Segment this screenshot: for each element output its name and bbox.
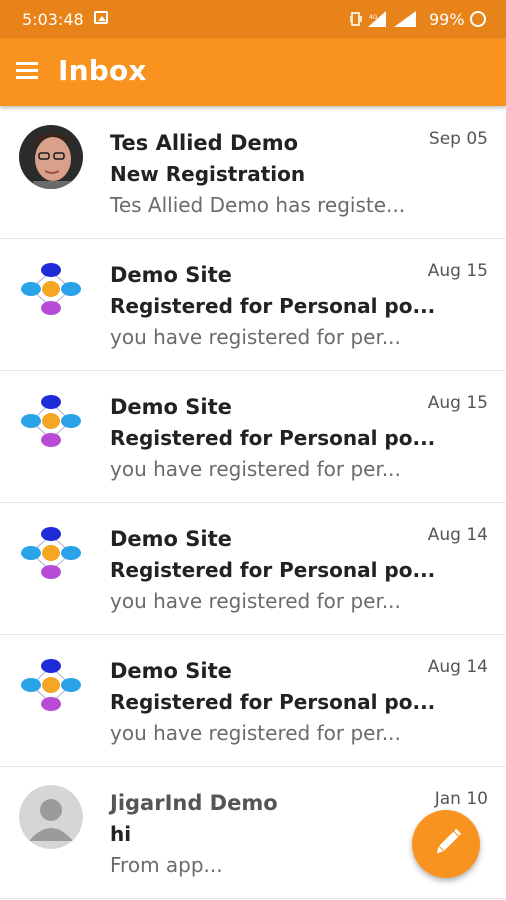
message-subject: Registered for Personal po...: [110, 690, 436, 714]
message-sender: Demo Site: [110, 263, 232, 287]
message-subject: Registered for Personal po...: [110, 294, 436, 318]
sender-photo-avatar: [19, 125, 83, 189]
image-notification-icon: [94, 11, 108, 24]
message-preview: From app...: [110, 853, 223, 877]
message-row[interactable]: Demo Site Registered for Personal po... …: [0, 371, 506, 503]
message-subject: Registered for Personal po...: [110, 558, 436, 582]
battery-level: 99%: [429, 10, 465, 29]
hamburger-menu-icon[interactable]: [16, 62, 38, 80]
inbox-list: Tes Allied Demo New Registration Tes All…: [0, 107, 506, 899]
message-subject: hi: [110, 822, 132, 846]
sync-status-icon: [470, 11, 486, 27]
message-date: Aug 15: [427, 393, 488, 413]
message-sender: Demo Site: [110, 659, 232, 683]
message-date: Jan 10: [434, 789, 488, 809]
message-preview: you have registered for per...: [110, 721, 401, 745]
message-row[interactable]: Demo Site Registered for Personal po... …: [0, 635, 506, 767]
pencil-compose-icon: [436, 828, 462, 854]
message-sender: Demo Site: [110, 395, 232, 419]
message-date: Sep 05: [428, 129, 488, 149]
message-date: Aug 14: [427, 657, 488, 677]
demo-site-logo-icon: [19, 521, 83, 585]
message-row[interactable]: Tes Allied Demo New Registration Tes All…: [0, 107, 506, 239]
message-sender: JigarInd Demo: [110, 791, 278, 815]
compose-button[interactable]: [412, 810, 480, 878]
app-bar: Inbox: [0, 38, 506, 106]
demo-site-logo-icon: [19, 389, 83, 453]
status-time: 5:03:48: [22, 10, 84, 29]
message-preview: you have registered for per...: [110, 325, 401, 349]
message-preview: you have registered for per...: [110, 589, 401, 613]
message-sender: Demo Site: [110, 527, 232, 551]
default-user-avatar-icon: [19, 785, 83, 849]
message-preview: Tes Allied Demo has registe...: [110, 193, 406, 217]
page-title: Inbox: [58, 54, 147, 87]
demo-site-logo-icon: [19, 257, 83, 321]
message-date: Aug 15: [427, 261, 488, 281]
demo-site-logo-icon: [19, 653, 83, 717]
message-row[interactable]: Demo Site Registered for Personal po... …: [0, 239, 506, 371]
svg-text:4G: 4G: [369, 14, 378, 21]
message-sender: Tes Allied Demo: [110, 131, 299, 155]
message-row[interactable]: Demo Site Registered for Personal po... …: [0, 503, 506, 635]
status-bar: 5:03:48 4G 99%: [0, 0, 506, 38]
message-preview: you have registered for per...: [110, 457, 401, 481]
message-subject: New Registration: [110, 162, 306, 186]
signal-icons: 4G: [350, 11, 416, 27]
message-date: Aug 14: [427, 525, 488, 545]
message-subject: Registered for Personal po...: [110, 426, 436, 450]
